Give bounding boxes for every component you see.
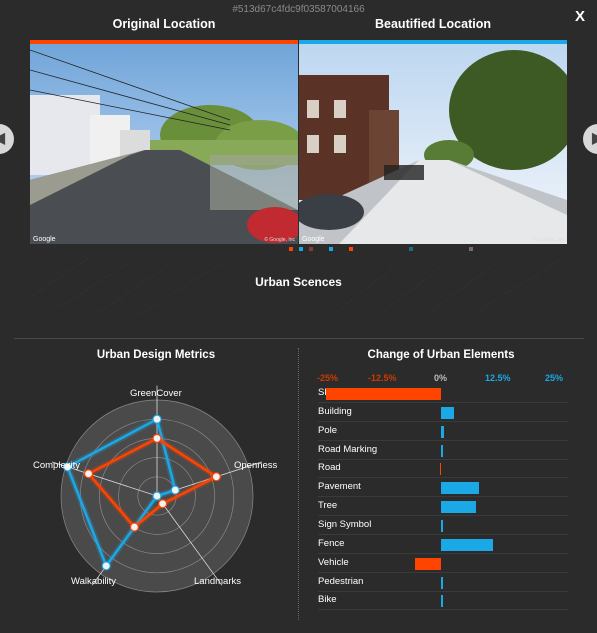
radar-axis-label: Openness — [234, 460, 278, 471]
original-street-scene — [30, 40, 298, 244]
location-hash: #513d67c4fdc9f03587004166 — [232, 4, 365, 15]
swatch-red — [309, 247, 313, 251]
original-location-title: Original Location — [112, 17, 216, 31]
original-series-point — [211, 472, 221, 482]
element-change-bar — [414, 557, 441, 570]
radar-axis-label: GreenCover — [130, 388, 182, 399]
original-series-point — [152, 433, 162, 444]
previous-arrow-button[interactable]: ◀ — [0, 124, 14, 154]
element-row: Pole — [318, 422, 568, 441]
column-divider — [298, 348, 299, 620]
element-row: Building — [318, 403, 568, 422]
beautified-series-point — [101, 561, 111, 571]
original-street-image: Google © Google, Inc — [30, 40, 298, 244]
element-change-bar — [441, 425, 444, 438]
google-watermark: Google — [33, 236, 56, 243]
element-row: Pavement — [318, 478, 568, 498]
swatch-orange — [349, 247, 353, 251]
tick-label: -12.5% — [368, 373, 397, 383]
element-row: Vehicle — [318, 554, 568, 573]
element-row: Road — [318, 459, 568, 479]
original-series-point — [129, 522, 140, 532]
element-row-label: Pole — [318, 424, 338, 436]
element-row: Bike — [318, 591, 568, 611]
tick-label: 0% — [434, 373, 448, 383]
element-row: Sign Symbol — [318, 516, 568, 535]
element-change-bar — [441, 519, 443, 532]
copyright-text: © Google, Inc — [264, 237, 295, 243]
original-series-point — [83, 469, 94, 479]
element-change-bar — [325, 388, 441, 400]
original-accent-bar — [30, 40, 298, 44]
element-row: Sky — [318, 384, 568, 403]
swatch-grey — [469, 247, 473, 251]
tick-label: 12.5% — [485, 373, 511, 383]
beautified-accent-bar — [299, 40, 567, 44]
radar-axis-label: Walkability — [71, 576, 117, 587]
element-row: Tree — [318, 497, 568, 517]
element-row-label: Sign Symbol — [318, 518, 372, 530]
copyright-text: © Google, Inc — [533, 237, 564, 243]
element-row-label: Vehicle — [318, 556, 349, 568]
chevron-right-icon: ▶ — [592, 130, 597, 147]
element-change-bar — [441, 444, 443, 457]
element-row-label: Road — [318, 462, 341, 474]
swatch-orange — [289, 247, 293, 251]
element-row: Road Marking — [318, 441, 568, 460]
radar-axis-label: Complexity — [33, 460, 80, 471]
radar-axis-label: Landmarks — [194, 576, 241, 587]
element-change-bar — [441, 482, 480, 495]
swatch-teal — [409, 247, 413, 251]
original-series-point — [158, 499, 168, 509]
close-button[interactable]: X — [575, 8, 585, 25]
tick-label: 25% — [545, 373, 564, 383]
element-row-label: Pedestrian — [318, 575, 364, 587]
element-row-label: Pavement — [318, 481, 361, 493]
beautified-location-title: Beautified Location — [375, 17, 491, 31]
element-change-bar — [441, 538, 493, 551]
change-of-urban-elements-title: Change of Urban Elements — [367, 349, 515, 361]
tick-label: -25% — [317, 373, 339, 383]
element-row-label: Fence — [318, 537, 345, 549]
element-row-label: Road Marking — [318, 443, 378, 455]
element-change-bar — [441, 406, 455, 419]
element-row-label: Bike — [318, 594, 337, 606]
swatch-blue — [329, 247, 333, 251]
element-change-bar — [441, 576, 443, 589]
element-row-label: Tree — [318, 500, 338, 512]
section-divider — [14, 338, 584, 339]
beautified-series-point — [152, 414, 162, 424]
beautified-street-scene — [299, 40, 567, 244]
element-row-label: Building — [318, 405, 352, 417]
chevron-left-icon: ◀ — [0, 130, 5, 147]
element-row: Pedestrian — [318, 573, 568, 592]
radar-chart: GreenCover Openness Landmarks Walkabilit… — [0, 360, 298, 628]
radar-chart-svg — [51, 385, 263, 593]
element-change-bar — [439, 463, 441, 476]
beautified-series-point — [152, 491, 162, 501]
swatch-blue — [299, 247, 303, 251]
element-row: Fence — [318, 535, 568, 554]
next-arrow-button[interactable]: ▶ — [583, 124, 597, 154]
urban-scenes-title: Urban Scences — [255, 275, 342, 289]
beautified-street-image: Google © Google, Inc — [299, 40, 567, 244]
element-change-bar — [441, 501, 476, 514]
google-watermark: Google — [302, 236, 325, 243]
element-change-bar — [441, 595, 443, 608]
